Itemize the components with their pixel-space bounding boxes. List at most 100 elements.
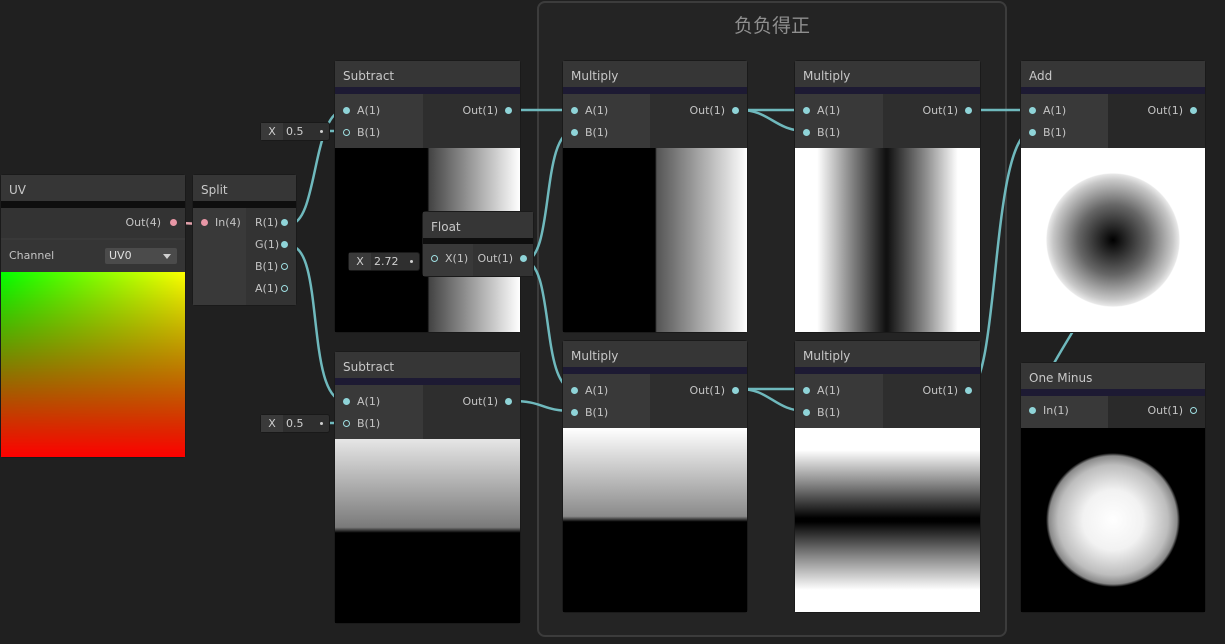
add-out-port[interactable] (1190, 107, 1197, 114)
uv-preview (1, 272, 185, 457)
subtract-1-title[interactable]: Subtract (335, 61, 520, 87)
split-out-b-label: B(1) (255, 260, 279, 273)
multiply-2-ports: A(1) B(1) Out(1) (795, 94, 980, 148)
split-out-a-label: A(1) (255, 282, 279, 295)
multiply-3-preview (563, 428, 747, 612)
subtract-2-out-port[interactable] (505, 398, 512, 405)
one-minus-out-port[interactable] (1190, 407, 1197, 414)
multiply-4-a-label: A(1) (817, 384, 841, 397)
one-minus-in-port[interactable] (1029, 407, 1036, 414)
multiply-2-title[interactable]: Multiply (795, 61, 980, 87)
multiply-node-1[interactable]: Multiply A(1) B(1) Out(1) (563, 61, 747, 332)
channel-dropdown[interactable]: UV0 (105, 248, 177, 264)
float-node[interactable]: Float X(1) Out(1) (423, 212, 533, 276)
add-ports: A(1) B(1) Out(1) (1021, 94, 1205, 148)
multiply-3-a-port[interactable] (571, 387, 578, 394)
subtract-1-a-label: A(1) (357, 104, 381, 117)
subtract-node-2[interactable]: Subtract A(1) B(1) Out(1) (335, 352, 520, 623)
multiply-3-b-port[interactable] (571, 409, 578, 416)
add-preview (1021, 148, 1205, 332)
multiply-node-4[interactable]: Multiply A(1) B(1) Out(1) (795, 341, 980, 612)
float-in-label: X(1) (445, 252, 469, 265)
x-label: X (261, 415, 283, 432)
subtract-2-ports: A(1) B(1) Out(1) (335, 385, 520, 439)
multiply-3-out-port[interactable] (732, 387, 739, 394)
one-minus-node[interactable]: One Minus In(1) Out(1) (1021, 363, 1205, 612)
subtract-1-b-label: B(1) (357, 126, 381, 139)
split-node-title[interactable]: Split (193, 175, 296, 201)
float-out-label: Out(1) (477, 252, 513, 265)
multiply-3-ports: A(1) B(1) Out(1) (563, 374, 747, 428)
float-in-port[interactable] (431, 255, 438, 262)
multiply-1-bar (563, 87, 747, 94)
split-in-port[interactable] (201, 219, 208, 226)
multiply-node-3[interactable]: Multiply A(1) B(1) Out(1) (563, 341, 747, 612)
subtract-2-title[interactable]: Subtract (335, 352, 520, 378)
multiply-1-out-port[interactable] (732, 107, 739, 114)
float-out-port[interactable] (520, 255, 527, 262)
multiply-3-a-label: A(1) (585, 384, 609, 397)
multiply-2-out-port[interactable] (965, 107, 972, 114)
multiply-1-a-port[interactable] (571, 107, 578, 114)
multiply-4-out-port[interactable] (965, 387, 972, 394)
multiply-2-b-port[interactable] (803, 129, 810, 136)
add-b-port[interactable] (1029, 129, 1036, 136)
subtract-node-1[interactable]: Subtract A(1) B(1) Out(1) (335, 61, 520, 332)
uv-out-port[interactable] (170, 219, 177, 226)
subtract-2-b-input[interactable]: X 0.5 (261, 415, 329, 432)
split-out-r-port[interactable] (281, 219, 288, 226)
subtract-1-out-label: Out(1) (462, 104, 498, 117)
multiply-node-2[interactable]: Multiply A(1) B(1) Out(1) (795, 61, 980, 332)
add-a-label: A(1) (1043, 104, 1067, 117)
one-minus-ports: In(1) Out(1) (1021, 396, 1205, 428)
add-a-port[interactable] (1029, 107, 1036, 114)
one-minus-title[interactable]: One Minus (1021, 363, 1205, 389)
subtract-2-a-port[interactable] (343, 398, 350, 405)
uv-node-title[interactable]: UV (1, 175, 185, 201)
add-node[interactable]: Add A(1) B(1) Out(1) (1021, 61, 1205, 332)
subtract-1-a-port[interactable] (343, 107, 350, 114)
subtract-1-ports: A(1) B(1) Out(1) (335, 94, 520, 148)
split-out-b-port[interactable] (281, 263, 288, 270)
split-out-a-port[interactable] (281, 285, 288, 292)
one-minus-bar (1021, 389, 1205, 396)
multiply-4-a-port[interactable] (803, 387, 810, 394)
float-x-input[interactable]: X 2.72 (349, 253, 419, 270)
add-title[interactable]: Add (1021, 61, 1205, 87)
multiply-4-b-port[interactable] (803, 409, 810, 416)
subtract-2-b-port[interactable] (343, 420, 350, 427)
split-node-bar (193, 201, 296, 208)
x-label: X (349, 253, 371, 270)
multiply-3-title[interactable]: Multiply (563, 341, 747, 367)
one-minus-out-label: Out(1) (1147, 404, 1183, 417)
multiply-4-title[interactable]: Multiply (795, 341, 980, 367)
add-bar (1021, 87, 1205, 94)
multiply-1-a-label: A(1) (585, 104, 609, 117)
uv-node-bar (1, 201, 185, 208)
add-out-label: Out(1) (1147, 104, 1183, 117)
multiply-1-b-port[interactable] (571, 129, 578, 136)
chevron-down-icon (163, 254, 171, 259)
subtract-1-b-input[interactable]: X 0.5 (261, 123, 329, 140)
multiply-2-out-label: Out(1) (922, 104, 958, 117)
uv-out-row: Out(4) (1, 208, 185, 238)
channel-label: Channel (9, 249, 55, 262)
multiply-1-b-label: B(1) (585, 126, 609, 139)
uv-node[interactable]: UV Out(4) Channel UV0 (1, 175, 185, 457)
uv-channel-row: Channel UV0 (1, 240, 185, 272)
uv-preview-red (1, 272, 185, 457)
float-title[interactable]: Float (423, 212, 533, 238)
subtract-1-b-port[interactable] (343, 129, 350, 136)
uv-out-label: Out(4) (125, 216, 161, 229)
multiply-1-out-label: Out(1) (689, 104, 725, 117)
multiply-1-title[interactable]: Multiply (563, 61, 747, 87)
multiply-2-a-port[interactable] (803, 107, 810, 114)
subtract-2-b-label: B(1) (357, 417, 381, 430)
multiply-1-preview (563, 148, 747, 332)
subtract-2-preview (335, 439, 520, 623)
multiply-2-bar (795, 87, 980, 94)
split-out-g-port[interactable] (281, 241, 288, 248)
subtract-1-out-port[interactable] (505, 107, 512, 114)
multiply-1-ports: A(1) B(1) Out(1) (563, 94, 747, 148)
split-node[interactable]: Split In(4) R(1) G(1) B(1) A(1) (193, 175, 296, 305)
